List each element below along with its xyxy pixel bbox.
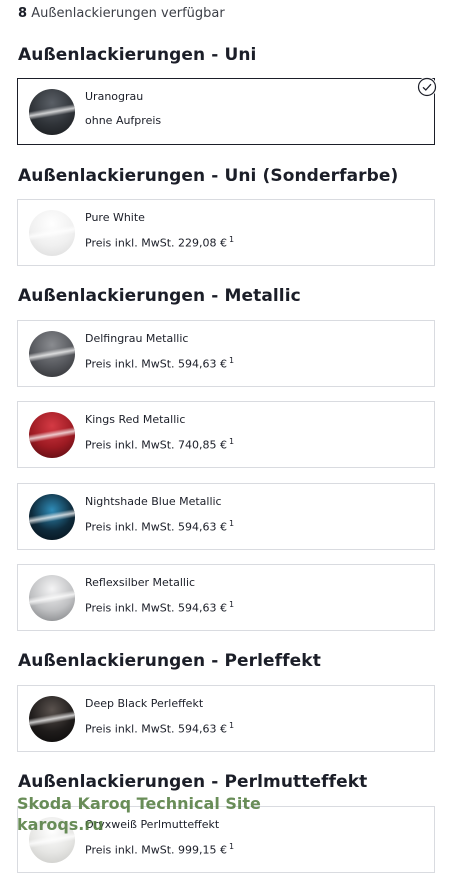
paint-option-reflexsilber-metallic[interactable]: Reflexsilber Metallic Preis inkl. MwSt. … — [17, 564, 435, 631]
color-name: Kings Red Metallic — [85, 413, 186, 426]
color-price: Preis inkl. MwSt. 594,63 €1 — [85, 600, 235, 615]
color-price: Preis inkl. MwSt. 229,08 €1 — [85, 235, 235, 250]
color-name: Nightshade Blue Metallic — [85, 495, 222, 508]
watermark-line-2: karoqs.ru — [17, 815, 104, 834]
section-title-uni: Außenlackierungen - Uni — [18, 45, 257, 65]
watermark-line-1: Skoda Karoq Technical Site — [17, 794, 261, 813]
color-name: Uranograu — [85, 90, 144, 103]
color-price: Preis inkl. MwSt. 594,63 €1 — [85, 721, 235, 736]
color-swatch — [29, 575, 75, 621]
check-circle-icon — [417, 77, 437, 97]
color-price: Preis inkl. MwSt. 594,63 €1 — [85, 519, 235, 534]
paint-option-nightshade-blue-metallic[interactable]: Nightshade Blue Metallic Preis inkl. MwS… — [17, 483, 435, 550]
color-swatch — [29, 89, 75, 135]
color-swatch — [29, 210, 75, 256]
color-name: Reflexsilber Metallic — [85, 576, 196, 589]
color-price: Preis inkl. MwSt. 740,85 €1 — [85, 437, 235, 452]
color-name: Pure White — [85, 211, 145, 224]
color-swatch — [29, 696, 75, 742]
section-title-metallic: Außenlackierungen - Metallic — [18, 286, 301, 306]
paint-option-kings-red-metallic[interactable]: Kings Red Metallic Preis inkl. MwSt. 740… — [17, 401, 435, 468]
available-count-line: 8 Außenlackierungen verfügbar — [18, 6, 225, 21]
color-name: Delfingrau Metallic — [85, 332, 189, 345]
color-price: Preis inkl. MwSt. 999,15 €1 — [85, 842, 235, 857]
color-name: Oryxweiß Perlmutteffekt — [85, 818, 220, 831]
available-count: 8 — [18, 6, 28, 21]
paint-option-delfingrau-metallic[interactable]: Delfingrau Metallic Preis inkl. MwSt. 59… — [17, 320, 435, 387]
paint-option-pure-white[interactable]: Pure White Preis inkl. MwSt. 229,08 €1 — [17, 199, 435, 266]
paint-option-deep-black-perleffekt[interactable]: Deep Black Perleffekt Preis inkl. MwSt. … — [17, 685, 435, 752]
color-price: Preis inkl. MwSt. 594,63 €1 — [85, 356, 235, 371]
section-title-perlmutteffekt: Außenlackierungen - Perlmutteffekt — [18, 772, 368, 792]
color-swatch — [29, 494, 75, 540]
section-title-uni-sonderfarbe: Außenlackierungen - Uni (Sonderfarbe) — [18, 166, 399, 186]
available-count-label: Außenlackierungen verfügbar — [31, 6, 225, 21]
color-swatch — [29, 412, 75, 458]
color-price: ohne Aufpreis — [85, 114, 162, 127]
color-swatch — [29, 331, 75, 377]
section-title-perleffekt: Außenlackierungen - Perleffekt — [18, 651, 321, 671]
paint-option-uranograu[interactable]: Uranograu ohne Aufpreis — [17, 78, 435, 145]
color-name: Deep Black Perleffekt — [85, 697, 204, 710]
